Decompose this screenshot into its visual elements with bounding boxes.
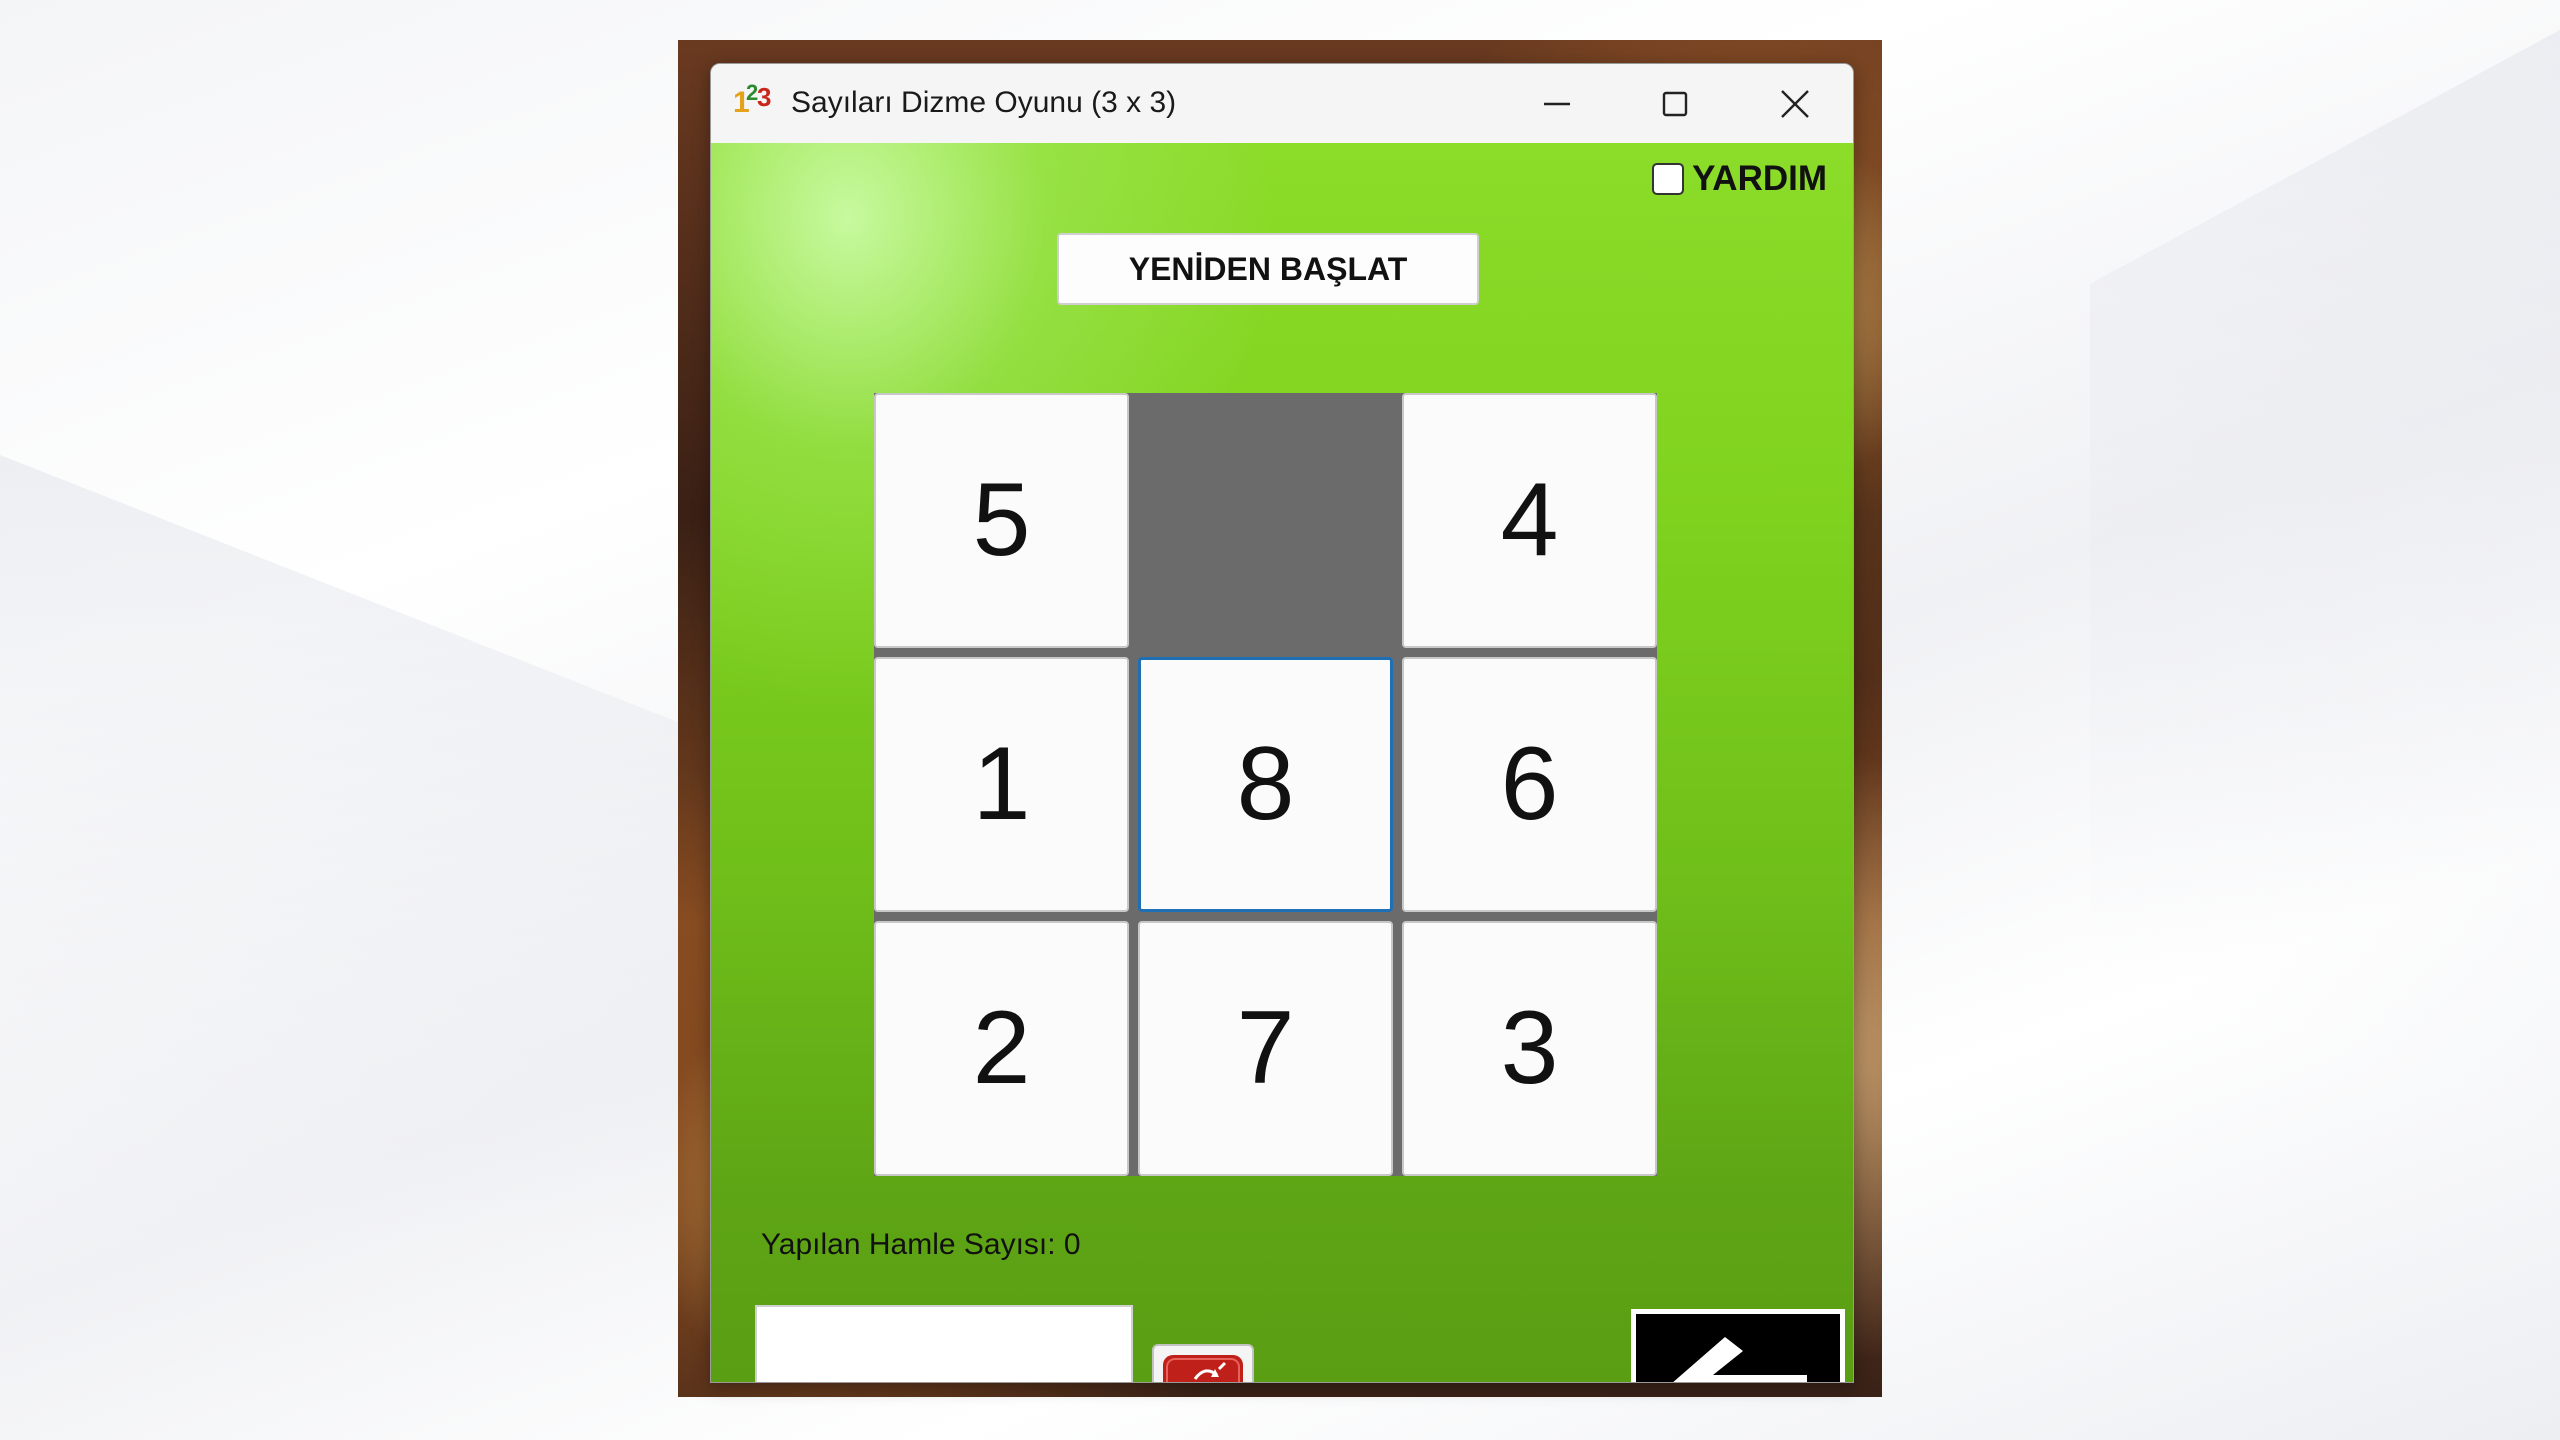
- close-icon: [1781, 89, 1809, 118]
- name-input[interactable]: [755, 1305, 1133, 1382]
- maximize-button[interactable]: [1616, 64, 1734, 143]
- trash-icon: [1163, 1355, 1243, 1382]
- restart-button[interactable]: YENİDEN BAŞLAT: [1057, 233, 1479, 305]
- puzzle-tile[interactable]: 6: [1402, 657, 1657, 912]
- help-checkbox-box[interactable]: [1652, 163, 1685, 195]
- background-shape: [0, 455, 700, 1440]
- help-label[interactable]: YARDIM: [1692, 159, 1827, 199]
- background-shape: [2090, 30, 2560, 1440]
- game-window: 123 Sayıları Dizme Oyunu (3 x 3) YARDIM …: [710, 63, 1854, 1383]
- app-123-icon: 123: [733, 80, 772, 119]
- help-checkbox[interactable]: YARDIM: [1652, 159, 1827, 199]
- puzzle-tile[interactable]: 5: [874, 393, 1129, 648]
- puzzle-tile[interactable]: 3: [1402, 921, 1657, 1176]
- window-title: Sayıları Dizme Oyunu (3 x 3): [791, 86, 1177, 119]
- maximize-icon: [1662, 91, 1688, 116]
- puzzle-board: 5 4 186 273: [874, 393, 1657, 1176]
- back-button[interactable]: [1631, 1309, 1845, 1382]
- title-bar[interactable]: 123 Sayıları Dizme Oyunu (3 x 3): [711, 64, 1853, 143]
- arrow-left-icon: [1673, 1337, 1807, 1382]
- close-button[interactable]: [1736, 64, 1853, 143]
- puzzle-tile[interactable]: 2: [874, 921, 1129, 1176]
- move-count-label: Yapılan Hamle Sayısı: 0: [761, 1228, 1081, 1261]
- puzzle-tile[interactable]: 4: [1402, 393, 1657, 648]
- empty-cell: [1138, 393, 1393, 648]
- delete-button[interactable]: [1152, 1344, 1254, 1382]
- minimize-button[interactable]: [1498, 64, 1616, 143]
- puzzle-tile[interactable]: 1: [874, 657, 1129, 912]
- game-area: YARDIM YENİDEN BAŞLAT 5 4 186 273 Yapılan H…: [711, 143, 1853, 1382]
- puzzle-tile[interactable]: 8: [1138, 657, 1393, 912]
- minimize-icon: [1544, 102, 1570, 105]
- puzzle-tile[interactable]: 7: [1138, 921, 1393, 1176]
